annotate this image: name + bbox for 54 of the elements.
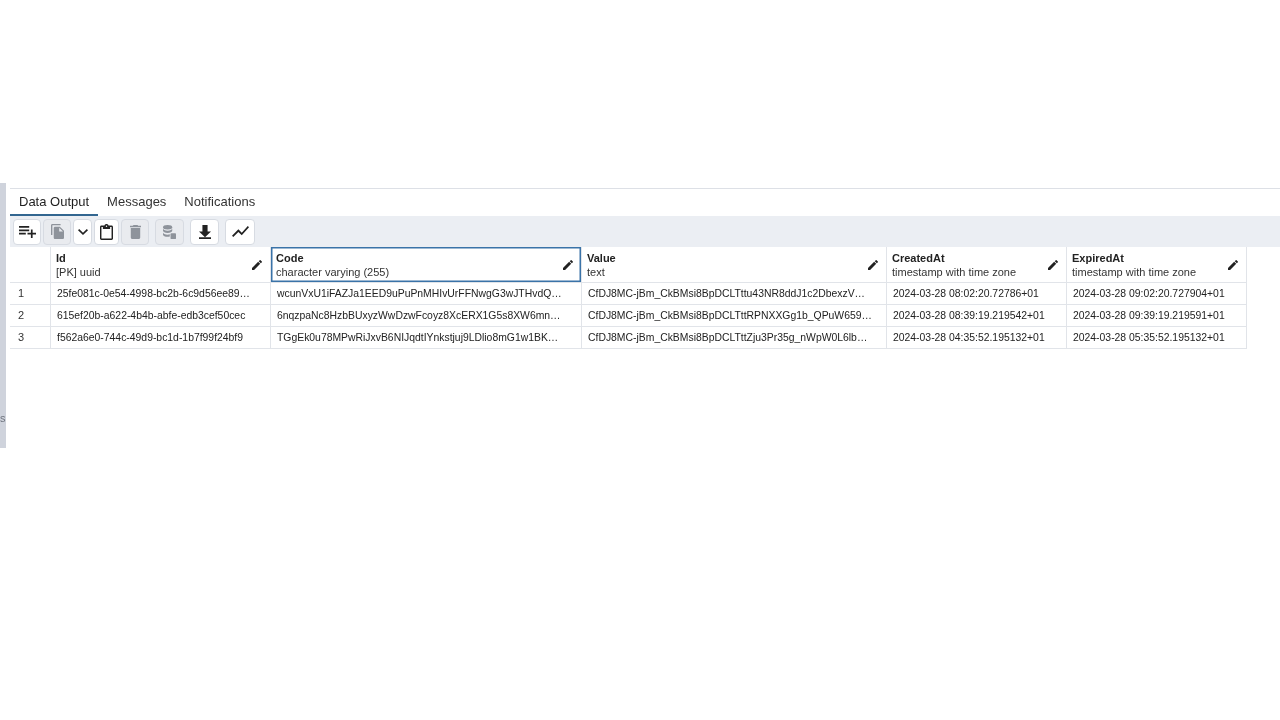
- paste-button[interactable]: [94, 218, 119, 245]
- tab[interactable]: Messages: [98, 189, 176, 216]
- table-cell: 25fe081c-0e54-4998-bc2b-6c9d56ee89…: [51, 283, 271, 305]
- column-type: character varying (255): [276, 264, 390, 279]
- graph-button[interactable]: [225, 218, 255, 245]
- table-cell: f562a6e0-744c-49d9-bc1d-1b7f99f24bf9: [51, 327, 271, 349]
- column-header[interactable]: CreatedAt timestamp with time zone: [887, 247, 1067, 283]
- clipboard-icon: [100, 223, 113, 240]
- download-icon: [198, 224, 211, 239]
- table-cell: CfDJ8MC-jBm_CkBMsi8BpDCLTttZju3Pr35g_nWpW0L6lb…: [582, 327, 887, 349]
- copy-options-button[interactable]: [73, 218, 92, 245]
- pencil-icon[interactable]: [563, 259, 573, 270]
- column-header[interactable]: Code character varying (255): [271, 247, 582, 283]
- column-header[interactable]: Id [PK] uuid: [51, 247, 271, 283]
- column-header[interactable]: ExpiredAt timestamp with time zone: [1067, 247, 1247, 283]
- table-cell: 6nqzpaNc8HzbBUxyzWwDzwFcoyz8XcERX1G5s8XW6mn…: [271, 305, 582, 327]
- tab[interactable]: Notifications: [175, 189, 265, 216]
- table-cell: 615ef20b-a622-4b4b-abfe-edb3cef50cec: [51, 305, 271, 327]
- pencil-icon[interactable]: [252, 259, 262, 270]
- row-number: 2: [10, 305, 51, 327]
- download-button[interactable]: [190, 218, 219, 245]
- table-cell: 2024-03-28 04:35:52.195132+01: [887, 327, 1067, 349]
- column-type: timestamp with time zone: [892, 264, 1017, 279]
- table-cell: 2024-03-28 09:02:20.727904+01: [1067, 283, 1247, 305]
- column-name: Code: [276, 250, 305, 265]
- caret-icon: [77, 228, 88, 235]
- copy-icon: [50, 224, 64, 239]
- table-cell: CfDJ8MC-jBm_CkBMsi8BpDCLTttRPNXXGg1b_QPuW659…: [582, 305, 887, 327]
- side-panel-label: s: [0, 412, 6, 424]
- pencil-icon[interactable]: [1228, 259, 1238, 270]
- table-cell: TGgEk0u78MPwRiJxvB6NIJqdtIYnkstjuj9LDlio8mG1w1BK…: [271, 327, 582, 349]
- row-number: 3: [10, 327, 51, 349]
- column-header[interactable]: Value text: [582, 247, 887, 283]
- table-cell: 2024-03-28 05:35:52.195132+01: [1067, 327, 1247, 349]
- row-number: 1: [10, 283, 51, 305]
- add-row-button[interactable]: [13, 218, 41, 245]
- trash-icon: [129, 224, 141, 239]
- column-name: ExpiredAt: [1072, 250, 1125, 265]
- table-cell: 2024-03-28 09:39:19.219591+01: [1067, 305, 1247, 327]
- column-type: text: [587, 264, 606, 279]
- column-name: Id: [56, 250, 67, 265]
- pencil-icon[interactable]: [868, 259, 878, 270]
- line-chart-icon: [231, 226, 249, 237]
- table-cell: 2024-03-28 08:02:20.72786+01: [887, 283, 1067, 305]
- playlist-add-icon: [18, 225, 36, 238]
- table-cell: CfDJ8MC-jBm_CkBMsi8BpDCLTttu43NR8ddJ1c2DbexzV…: [582, 283, 887, 305]
- column-type: [PK] uuid: [56, 264, 101, 279]
- column-name: Value: [587, 250, 616, 265]
- database-icon: [163, 224, 176, 239]
- column-name: CreatedAt: [892, 250, 946, 265]
- table-cell: wcunVxU1iFAZJa1EED9uPuPnMHIvUrFFNwgG3wJTHvdQ…: [271, 283, 582, 305]
- pencil-icon[interactable]: [1048, 259, 1058, 270]
- table-cell: 2024-03-28 08:39:19.219542+01: [887, 305, 1067, 327]
- column-type: timestamp with time zone: [1072, 264, 1197, 279]
